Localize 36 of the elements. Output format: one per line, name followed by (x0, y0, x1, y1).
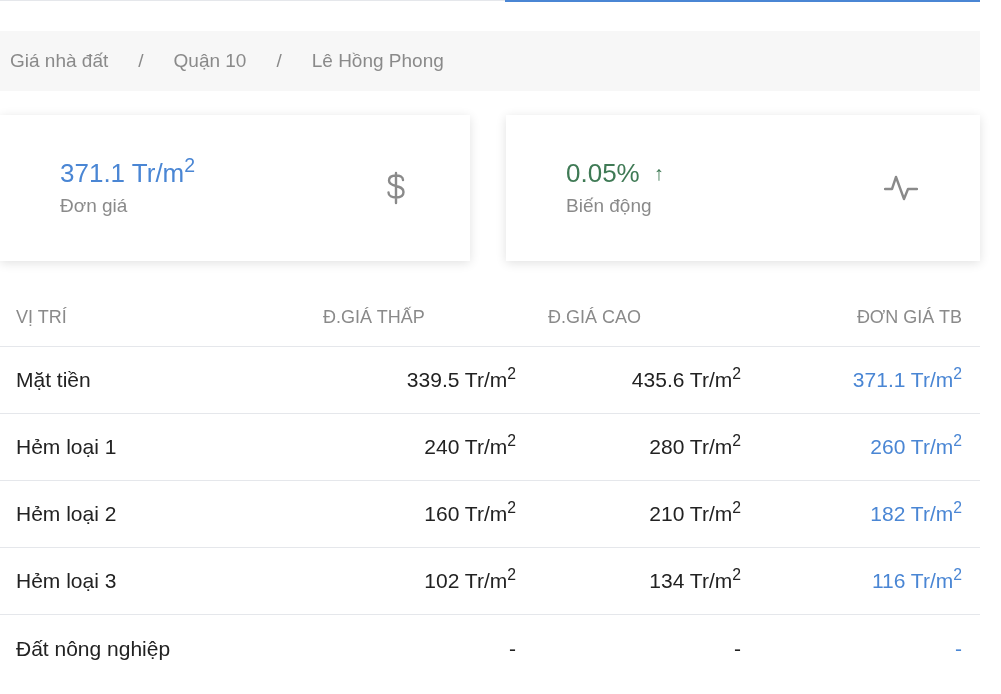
table-cell: 339.5 Tr/m$^{2}$ (406, 368, 516, 392)
stat-label: Đơn giá (60, 193, 129, 218)
stat-label: Biến động (566, 193, 653, 218)
table-cell: 160 Tr/m$^{2}$ (424, 502, 516, 526)
table-cell: - (734, 636, 741, 660)
table-cell: 260 Tr/m$^{2}$ (870, 435, 962, 459)
table-cell: Hẻm loại 2 (16, 502, 117, 526)
table-cell: 435.6 Tr/m$^{2}$ (631, 368, 741, 392)
activity-icon (884, 174, 918, 202)
table-cell: Hẻm loại 1 (16, 435, 117, 459)
breadcrumb-separator: / (138, 48, 144, 73)
trend-arrow: ↑ (653, 160, 664, 186)
table-cell: 102 Tr/m$^{2}$ (424, 569, 516, 593)
table-cell: - (955, 636, 962, 660)
stat-value: 0.05% (566, 156, 640, 190)
breadcrumb-separator: / (276, 48, 282, 73)
column-header: ĐƠN GIÁ TB (856, 307, 962, 327)
stat-value: 371.1 Tr/m$^{2}$ (60, 155, 196, 190)
dollar-icon (384, 171, 408, 205)
table-cell: 116 Tr/m$^{2}$ (871, 569, 962, 593)
table-cell: 371.1 Tr/m$^{2}$ (852, 368, 962, 392)
table-cell: 280 Tr/m$^{2}$ (649, 435, 741, 459)
column-header: Đ.GIÁ CAO (548, 307, 641, 327)
breadcrumb-link[interactable]: Quận 10 (173, 46, 247, 76)
column-header: Đ.GIÁ THẤP (323, 307, 425, 327)
table-cell: Hẻm loại 3 (16, 569, 117, 593)
table-cell: 210 Tr/m$^{2}$ (649, 502, 741, 526)
table-cell: 134 Tr/m$^{2}$ (649, 569, 741, 593)
table-cell: Đất nông nghiệp (16, 636, 171, 660)
table-cell: 182 Tr/m$^{2}$ (870, 502, 962, 526)
table-cell: Mặt tiền (16, 368, 91, 392)
breadcrumb-link[interactable]: Giá nhà đất (10, 46, 109, 76)
table-cell: 240 Tr/m$^{2}$ (424, 435, 516, 459)
table-cell: - (509, 636, 516, 660)
breadcrumb-link[interactable]: Lê Hồng Phong (311, 46, 444, 76)
column-header: VỊ TRÍ (16, 307, 67, 327)
